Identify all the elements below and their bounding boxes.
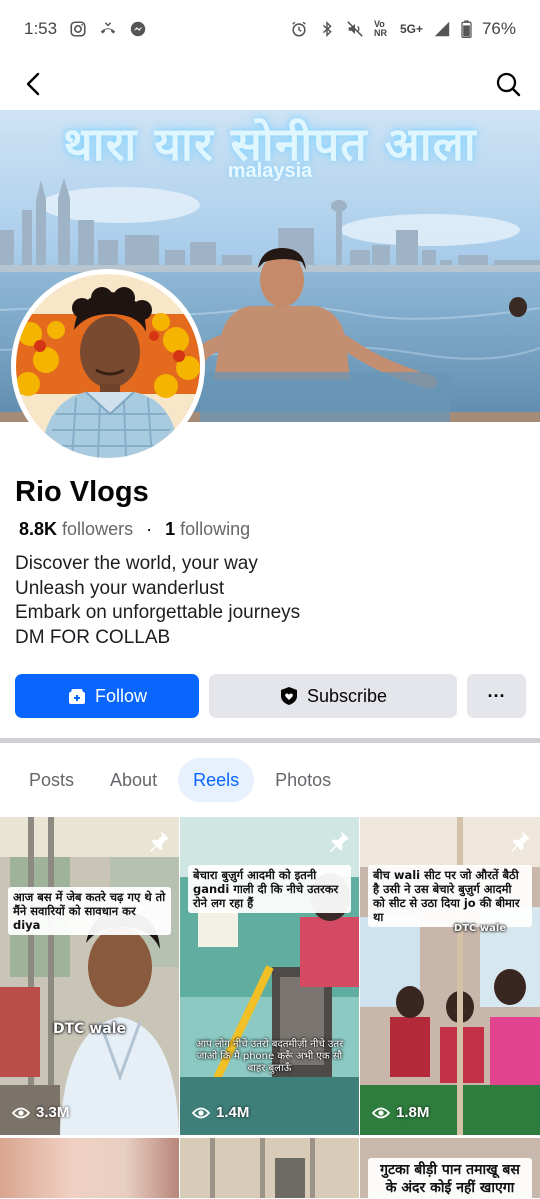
top-navigation (0, 58, 540, 110)
reel-thumbnail[interactable]: बीच wali सीट पर जो औरतें बैठी है उसी ने … (360, 817, 540, 1135)
reel-thumbnail[interactable] (0, 1138, 179, 1198)
profile-actions: Follow Subscribe ··· (15, 674, 526, 718)
reel-caption: बीच wali सीट पर जो औरतें बैठी है उसी ने … (368, 865, 532, 927)
bio-line: DM FOR COLLAB (15, 626, 171, 648)
reel-thumbnail[interactable]: आज बस में जेब कतरे चढ़ गए थे तो मैंने सव… (0, 817, 179, 1135)
reel-bus-image (180, 1138, 359, 1198)
reel-view-count: 3.3M (36, 1104, 70, 1121)
back-button[interactable] (16, 66, 52, 102)
page-name: Rio Vlogs (15, 476, 149, 508)
reel-overlay-text: DTC wale (53, 1021, 126, 1037)
battery-icon (461, 20, 472, 38)
eye-icon (372, 1107, 390, 1118)
follower-counts: 8.8K followers · 1 following (19, 519, 250, 540)
bio-line: Embark on unforgettable journeys (15, 602, 301, 623)
following-link[interactable]: 1 following (165, 519, 250, 539)
alarm-icon (292, 21, 306, 37)
arrow-left-icon (26, 72, 40, 96)
follow-button[interactable]: Follow (15, 674, 199, 718)
subscribe-button[interactable]: Subscribe (209, 674, 457, 718)
messenger-notification-icon (130, 21, 146, 37)
reel-thumbnail[interactable]: गुटका बीड़ी पान तमाखू बस के अंदर कोई नही… (360, 1138, 540, 1198)
section-divider (0, 738, 540, 743)
reel-views: 3.3M (12, 1104, 69, 1121)
status-bar: 1:53 Vo NR 5G+ 76% (0, 0, 540, 58)
follow-icon (68, 689, 85, 704)
reel-view-count: 1.8M (396, 1104, 430, 1121)
status-time: 1:53 (24, 19, 58, 38)
mute-icon (347, 21, 363, 37)
search-button[interactable] (490, 66, 526, 102)
followers-link[interactable]: 8.8K followers (19, 519, 133, 539)
tab-photos[interactable]: Photos (260, 758, 346, 802)
avatar-image (16, 274, 200, 458)
bio-line: Unleash your wanderlust (15, 577, 225, 599)
reel-caption: गुटका बीड़ी पान तमाखू बस के अंदर कोई नही… (368, 1158, 532, 1198)
reel-thumbnail[interactable] (180, 1138, 359, 1198)
reel-overlay-text: DTC wale (453, 923, 507, 934)
instagram-notification-icon (70, 21, 86, 37)
reel-thumbnail[interactable]: बेचारा बुज़ुर्ग आदमी को इतनी gandi गाली … (180, 817, 359, 1135)
reels-grid: आज बस में जेब कतरे चढ़ गए थे तो मैंने सव… (0, 817, 540, 1199)
eye-icon (12, 1107, 30, 1118)
avatar-photo (16, 274, 200, 458)
pin-icon (511, 831, 530, 852)
followers-count: 8.8K (19, 519, 58, 539)
reel-views: 1.8M (372, 1104, 429, 1121)
reel-overlay-text: आप लोग नीचे उतरो बदतमीज़ी नीचे उतर जाओ क… (195, 1039, 344, 1074)
profile-avatar[interactable] (11, 269, 205, 463)
status-right: Vo NR 5G+ 76% (290, 19, 516, 39)
volte-indicator: Vo NR (373, 19, 387, 38)
reel-caption: आज बस में जेब कतरे चढ़ गए थे तो मैंने सव… (8, 887, 171, 935)
search-icon (496, 72, 521, 97)
more-icon: ··· (487, 685, 506, 706)
tab-posts[interactable]: Posts (14, 758, 89, 802)
network-type: 5G+ (399, 22, 423, 36)
tab-about[interactable]: About (95, 758, 172, 802)
pin-icon (150, 831, 169, 852)
missed-call-icon (100, 22, 116, 34)
reel-views: 1.4M (192, 1104, 249, 1121)
eye-icon (192, 1107, 210, 1118)
count-separator-dot: · (146, 519, 153, 539)
reel-caption: बेचारा बुज़ुर्ग आदमी को इतनी gandi गाली … (188, 865, 351, 913)
reel-view-count: 1.4M (216, 1104, 250, 1121)
signal-icon (434, 21, 450, 37)
bluetooth-icon (322, 20, 332, 38)
bio-line: Discover the world, your way (15, 553, 258, 574)
followers-label: followers (62, 519, 134, 539)
tab-reels[interactable]: Reels (178, 758, 255, 802)
status-left: 1:53 (24, 19, 147, 39)
profile-bio: Discover the world, your way Unleash you… (15, 552, 300, 650)
following-count: 1 (165, 519, 176, 539)
subscribe-button-label: Subscribe (306, 685, 388, 706)
pin-icon (330, 831, 349, 852)
more-options-button[interactable]: ··· (467, 674, 526, 718)
shield-heart-icon (280, 687, 297, 705)
battery-level: 76% (481, 19, 516, 38)
profile-tabs: Posts About Reels Photos (14, 758, 346, 802)
follow-button-label: Follow (94, 685, 147, 706)
reel-bus-image (0, 817, 179, 1135)
following-label: following (180, 519, 251, 539)
cover-subtitle-text: malaysia (227, 160, 313, 182)
